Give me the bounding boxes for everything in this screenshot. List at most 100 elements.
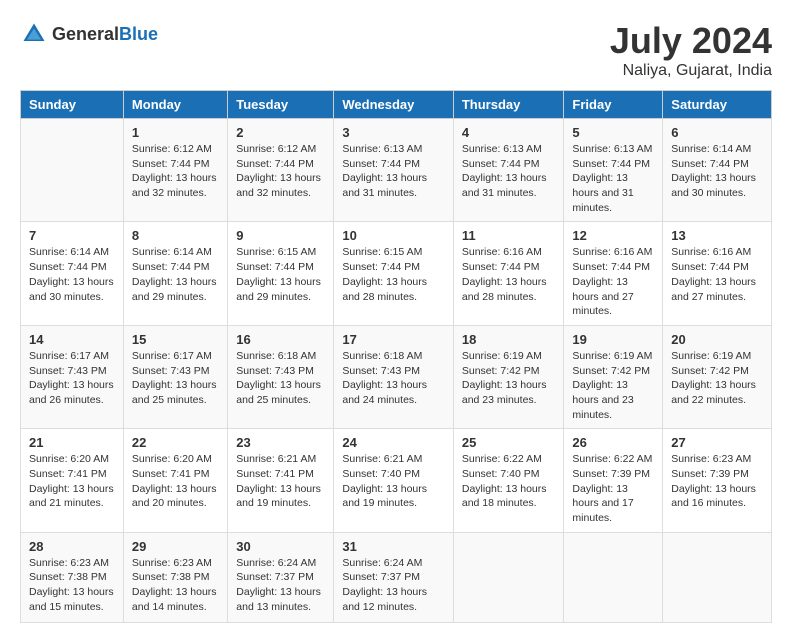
date-number: 29 [132,539,219,554]
calendar-cell: 20 Sunrise: 6:19 AMSunset: 7:42 PMDayligh… [663,325,772,428]
calendar-cell: 23Sunrise: 6:21 AMSunset: 7:41 PMDayligh… [228,429,334,532]
date-number: 21 [29,435,115,450]
day-header-sunday: Sunday [21,91,124,119]
cell-info: Sunrise: 6:18 AMSunset: 7:43 PMDaylight:… [342,349,445,408]
cell-info: Sunrise: 6:21 AMSunset: 7:40 PMDaylight:… [342,452,445,511]
cell-info: Sunrise: 6:13 AMSunset: 7:44 PMDaylight:… [462,142,556,201]
date-number: 25 [462,435,556,450]
week-row-5: 28Sunrise: 6:23 AMSunset: 7:38 PMDayligh… [21,532,772,622]
calendar-cell: 12 Sunrise: 6:16 AMSunset: 7:44 PMDayligh… [564,222,663,325]
cell-info: Sunrise: 6:20 AMSunset: 7:41 PMDaylight:… [29,452,115,511]
cell-info: Sunrise: 6:19 AMSunset: 7:42 PMDaylight:… [462,349,556,408]
cell-info: Sunrise: 6:19 AMSunset: 7:42 PMDaylight:… [671,349,763,408]
date-number: 9 [236,228,325,243]
date-number: 6 [671,125,763,140]
calendar-cell: 6 Sunrise: 6:14 AMSunset: 7:44 PMDaylight… [663,119,772,222]
calendar-cell: 17 Sunrise: 6:18 AMSunset: 7:43 PMDayligh… [334,325,454,428]
cell-info: Sunrise: 6:14 AMSunset: 7:44 PMDaylight:… [132,245,219,304]
calendar-cell: 16Sunrise: 6:18 AMSunset: 7:43 PMDayligh… [228,325,334,428]
date-number: 19 [572,332,654,347]
page-header: GeneralBlue July 2024 Naliya, Gujarat, I… [20,20,772,80]
calendar-cell: 30 Sunrise: 6:24 AMSunset: 7:37 PMDayligh… [228,532,334,622]
cell-info: Sunrise: 6:24 AMSunset: 7:37 PMDaylight:… [236,556,325,615]
calendar-table: SundayMondayTuesdayWednesdayThursdayFrid… [20,90,772,623]
week-row-4: 21 Sunrise: 6:20 AMSunset: 7:41 PMDayligh… [21,429,772,532]
cell-info: Sunrise: 6:20 AMSunset: 7:41 PMDaylight:… [132,452,219,511]
calendar-cell [453,532,564,622]
calendar-cell: 18 Sunrise: 6:19 AMSunset: 7:42 PMDayligh… [453,325,564,428]
cell-info: Sunrise: 6:19 AMSunset: 7:42 PMDaylight:… [572,349,654,422]
calendar-cell: 25 Sunrise: 6:22 AMSunset: 7:40 PMDayligh… [453,429,564,532]
cell-info: Sunrise: 6:17 AMSunset: 7:43 PMDaylight:… [132,349,219,408]
day-header-wednesday: Wednesday [334,91,454,119]
cell-info: Sunrise: 6:23 AMSunset: 7:38 PMDaylight:… [132,556,219,615]
calendar-cell: 21 Sunrise: 6:20 AMSunset: 7:41 PMDayligh… [21,429,124,532]
calendar-cell: 28Sunrise: 6:23 AMSunset: 7:38 PMDayligh… [21,532,124,622]
date-number: 10 [342,228,445,243]
day-header-thursday: Thursday [453,91,564,119]
calendar-cell: 3 Sunrise: 6:13 AMSunset: 7:44 PMDaylight… [334,119,454,222]
week-row-2: 7Sunrise: 6:14 AMSunset: 7:44 PMDaylight… [21,222,772,325]
date-number: 12 [572,228,654,243]
cell-info: Sunrise: 6:24 AMSunset: 7:37 PMDaylight:… [342,556,445,615]
calendar-cell: 19 Sunrise: 6:19 AMSunset: 7:42 PMDayligh… [564,325,663,428]
date-number: 1 [132,125,219,140]
cell-info: Sunrise: 6:22 AMSunset: 7:40 PMDaylight:… [462,452,556,511]
logo: GeneralBlue [20,20,158,48]
calendar-cell: 8 Sunrise: 6:14 AMSunset: 7:44 PMDaylight… [123,222,227,325]
day-header-friday: Friday [564,91,663,119]
cell-info: Sunrise: 6:23 AMSunset: 7:39 PMDaylight:… [671,452,763,511]
cell-info: Sunrise: 6:17 AMSunset: 7:43 PMDaylight:… [29,349,115,408]
calendar-cell: 15 Sunrise: 6:17 AMSunset: 7:43 PMDayligh… [123,325,227,428]
calendar-cell [564,532,663,622]
date-number: 27 [671,435,763,450]
calendar-cell: 10Sunrise: 6:15 AMSunset: 7:44 PMDayligh… [334,222,454,325]
week-row-3: 14 Sunrise: 6:17 AMSunset: 7:43 PMDayligh… [21,325,772,428]
calendar-cell: 5Sunrise: 6:13 AMSunset: 7:44 PMDaylight… [564,119,663,222]
day-header-saturday: Saturday [663,91,772,119]
calendar-cell [21,119,124,222]
date-number: 20 [671,332,763,347]
calendar-cell: 31 Sunrise: 6:24 AMSunset: 7:37 PMDayligh… [334,532,454,622]
calendar-cell: 7Sunrise: 6:14 AMSunset: 7:44 PMDaylight… [21,222,124,325]
date-number: 2 [236,125,325,140]
date-number: 13 [671,228,763,243]
cell-info: Sunrise: 6:13 AMSunset: 7:44 PMDaylight:… [572,142,654,215]
date-number: 15 [132,332,219,347]
date-number: 31 [342,539,445,554]
week-row-1: 1 Sunrise: 6:12 AMSunset: 7:44 PMDaylight… [21,119,772,222]
date-number: 30 [236,539,325,554]
logo-general: General [52,24,119,44]
cell-info: Sunrise: 6:14 AMSunset: 7:44 PMDaylight:… [671,142,763,201]
main-title: July 2024 [610,20,772,62]
title-block: July 2024 Naliya, Gujarat, India [610,20,772,80]
calendar-cell: 27 Sunrise: 6:23 AMSunset: 7:39 PMDayligh… [663,429,772,532]
day-header-monday: Monday [123,91,227,119]
date-number: 23 [236,435,325,450]
date-number: 14 [29,332,115,347]
date-number: 26 [572,435,654,450]
calendar-cell [663,532,772,622]
cell-info: Sunrise: 6:13 AMSunset: 7:44 PMDaylight:… [342,142,445,201]
calendar-cell: 4 Sunrise: 6:13 AMSunset: 7:44 PMDaylight… [453,119,564,222]
date-number: 18 [462,332,556,347]
calendar-cell: 13 Sunrise: 6:16 AMSunset: 7:44 PMDayligh… [663,222,772,325]
cell-info: Sunrise: 6:16 AMSunset: 7:44 PMDaylight:… [671,245,763,304]
header-row: SundayMondayTuesdayWednesdayThursdayFrid… [21,91,772,119]
calendar-cell: 29 Sunrise: 6:23 AMSunset: 7:38 PMDayligh… [123,532,227,622]
date-number: 8 [132,228,219,243]
calendar-cell: 11Sunrise: 6:16 AMSunset: 7:44 PMDayligh… [453,222,564,325]
cell-info: Sunrise: 6:16 AMSunset: 7:44 PMDaylight:… [572,245,654,318]
date-number: 3 [342,125,445,140]
date-number: 4 [462,125,556,140]
date-number: 11 [462,228,556,243]
cell-info: Sunrise: 6:15 AMSunset: 7:44 PMDaylight:… [236,245,325,304]
location-subtitle: Naliya, Gujarat, India [610,62,772,80]
cell-info: Sunrise: 6:18 AMSunset: 7:43 PMDaylight:… [236,349,325,408]
cell-info: Sunrise: 6:22 AMSunset: 7:39 PMDaylight:… [572,452,654,525]
cell-info: Sunrise: 6:12 AMSunset: 7:44 PMDaylight:… [132,142,219,201]
logo-blue: Blue [119,24,158,44]
date-number: 22 [132,435,219,450]
date-number: 17 [342,332,445,347]
cell-info: Sunrise: 6:14 AMSunset: 7:44 PMDaylight:… [29,245,115,304]
